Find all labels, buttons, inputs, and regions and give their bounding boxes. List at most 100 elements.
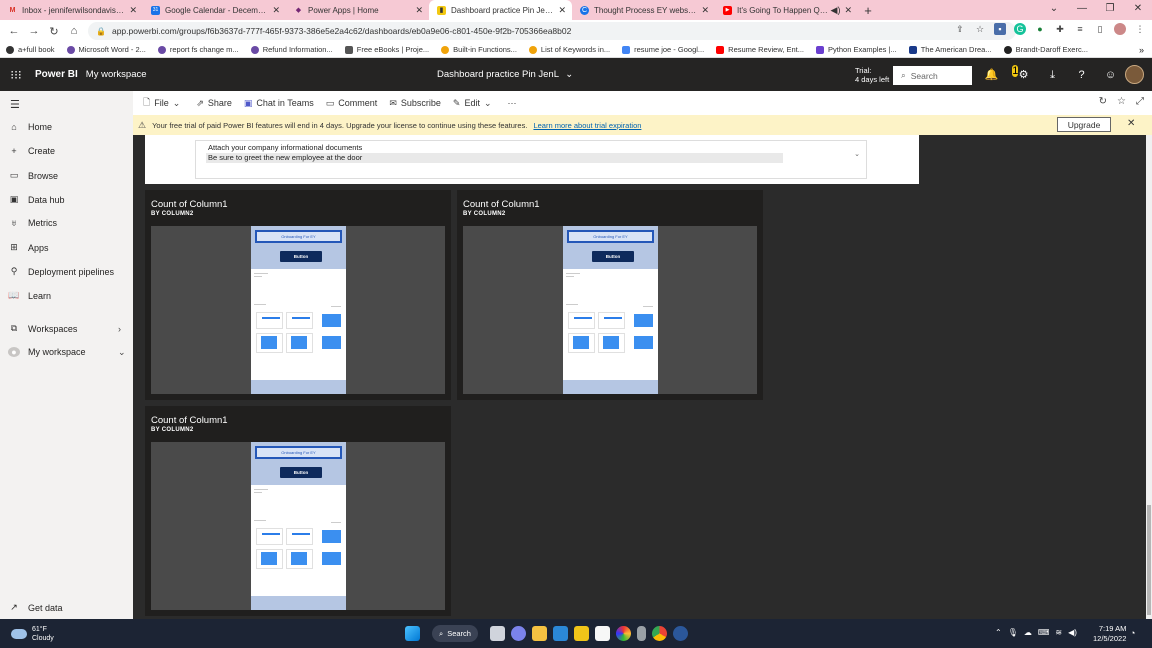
browser-menu-icon[interactable]: ⋮	[1134, 23, 1146, 35]
dashboard-tile[interactable]: Count of Column1 BY COLUMN2 Onboarding F…	[457, 190, 763, 400]
reload-icon[interactable]: ↻	[44, 25, 64, 38]
chrome-icon[interactable]	[652, 626, 667, 641]
bookmark-item[interactable]: Python Examples |...	[816, 45, 897, 54]
more-options-button[interactable]: ···	[508, 98, 517, 108]
dashboard-tile[interactable]: Count of Column1 BY COLUMN2 Onboarding F…	[145, 190, 451, 400]
tab-search-icon[interactable]: ⌄	[1040, 0, 1068, 20]
text-tile[interactable]: Attach your company informational docume…	[145, 135, 919, 184]
nav-item-data-hub[interactable]: ▣ Data hub	[8, 194, 65, 205]
avatar[interactable]	[1125, 65, 1144, 84]
upgrade-button[interactable]: Upgrade	[1057, 117, 1111, 132]
refresh-icon[interactable]: ↻	[1099, 96, 1107, 107]
nav-item-browse[interactable]: ▭ Browse	[8, 170, 58, 181]
get-data-button[interactable]: ↗ Get data	[8, 602, 62, 613]
subscribe-button[interactable]: ✉ Subscribe	[389, 98, 441, 109]
weather-widget[interactable]: 61°F Cloudy	[11, 625, 54, 643]
trial-expiration-link[interactable]: Learn more about trial expiration	[533, 121, 641, 130]
notification-center-icon[interactable]: ◔	[1130, 628, 1135, 638]
close-tab-icon[interactable]: ✕	[558, 5, 566, 16]
settings-gear-icon[interactable]: ⚙	[1009, 66, 1038, 84]
home-icon[interactable]: ⌂	[64, 25, 84, 37]
grammarly-icon[interactable]: G	[1014, 23, 1026, 35]
bookmark-item[interactable]: report fs change m...	[157, 45, 239, 54]
windows-start-icon[interactable]	[405, 626, 420, 641]
edit-menu[interactable]: ✎ Edit ⌄	[453, 98, 496, 109]
bookmark-item[interactable]: Microsoft Word - 2...	[66, 45, 146, 54]
nav-item-home[interactable]: ⌂ Home	[8, 122, 52, 132]
nav-item-create[interactable]: + Create	[8, 146, 55, 156]
profile-icon[interactable]	[1114, 23, 1126, 35]
office-icon[interactable]	[574, 626, 589, 641]
bookmark-star-icon[interactable]: ☆	[974, 23, 986, 35]
nav-item-apps[interactable]: ⊞ Apps	[8, 242, 48, 253]
photos-icon[interactable]	[616, 626, 631, 641]
close-window-icon[interactable]: ✕	[1124, 0, 1152, 20]
side-panel-icon[interactable]: ▯	[1094, 23, 1106, 35]
new-tab-button[interactable]: +	[858, 3, 878, 18]
nav-item-workspaces[interactable]: ⧉ Workspaces ›	[8, 323, 133, 334]
browser-tab-gmail[interactable]: M Inbox - jenniferwilsondavis@gm... ✕	[0, 0, 143, 20]
keyboard-icon[interactable]: ⌨	[1038, 628, 1050, 637]
taskbar-clock[interactable]: 7:19 AM 12/5/2022	[1093, 624, 1126, 644]
browser-tab-thought-process[interactable]: C Thought Process EY website - Wi... ✕	[572, 0, 715, 20]
minimize-icon[interactable]: —	[1068, 0, 1096, 20]
bookmark-item[interactable]: List of Keywords in...	[528, 45, 610, 54]
browser-tab-youtube[interactable]: ▶ It's Going To Happen Quickl... ◀) ✕	[715, 0, 858, 20]
close-icon[interactable]: ✕	[1127, 118, 1135, 129]
bookmark-item[interactable]: Brandt-Daroff Exerc...	[1003, 45, 1088, 54]
mic-off-icon[interactable]: 🎙	[1008, 628, 1018, 637]
browser-tab-powerbi[interactable]: ▮ Dashboard practice Pin JenL - Po... ✕	[429, 0, 572, 20]
forward-icon[interactable]: →	[24, 25, 44, 37]
nav-item-learn[interactable]: 📖 Learn	[8, 290, 51, 301]
share-button[interactable]: ⇗ Share	[196, 98, 232, 109]
browser-tab-powerapps[interactable]: ◆ Power Apps | Home ✕	[286, 0, 429, 20]
url-field[interactable]: 🔒 app.powerbi.com/groups/f6b3637d-777f-4…	[88, 22, 1016, 40]
documents-icon[interactable]	[595, 626, 610, 641]
fullscreen-icon[interactable]: ⤢	[1136, 96, 1144, 107]
restore-icon[interactable]: ❐	[1096, 0, 1124, 20]
download-icon[interactable]: ⤓	[1038, 66, 1067, 84]
nav-item-my-workspace[interactable]: ● My workspace ⌄	[8, 347, 133, 357]
close-tab-icon[interactable]: ✕	[415, 5, 423, 16]
scroll-down-icon[interactable]: ⌄	[854, 150, 860, 158]
wifi-icon[interactable]: ≋	[1055, 628, 1062, 637]
close-tab-icon[interactable]: ✕	[701, 5, 709, 16]
comment-button[interactable]: ▭ Comment	[326, 98, 378, 109]
back-icon[interactable]: ←	[4, 25, 24, 37]
tray-chevron-up-icon[interactable]: ⌃	[995, 628, 1002, 637]
share-page-icon[interactable]: ⇪	[954, 23, 966, 35]
app-launcher-icon[interactable]: ⁝⁝⁝	[2, 68, 30, 82]
powerbi-brand[interactable]: Power BI	[35, 69, 78, 80]
close-tab-icon[interactable]: ✕	[844, 5, 852, 16]
puzzle-icon[interactable]: ✚	[1054, 23, 1066, 35]
extension-green-icon[interactable]: ●	[1034, 23, 1046, 35]
hamburger-menu-icon[interactable]: ☰	[10, 98, 20, 111]
close-tab-icon[interactable]: ✕	[272, 5, 280, 16]
bookmark-item[interactable]: Resume Review, Ent...	[716, 45, 804, 54]
bookmark-item[interactable]: Free eBooks | Proje...	[344, 45, 429, 54]
cloud-sync-icon[interactable]: ☁	[1024, 628, 1032, 637]
scrollbar-thumb[interactable]	[1147, 505, 1151, 615]
dashboard-tile[interactable]: Count of Column1 BY COLUMN2 Onboarding F…	[145, 406, 451, 616]
help-icon[interactable]: ?	[1067, 66, 1096, 84]
dashboard-title[interactable]: Dashboard practice Pin JenL ⌄	[437, 69, 573, 80]
search-input[interactable]: ⌕ Search	[893, 66, 972, 85]
speaker-icon[interactable]: ◀)	[831, 5, 841, 16]
bookmarks-overflow-icon[interactable]: »	[1139, 45, 1144, 55]
bookmark-item[interactable]: Built-in Functions...	[441, 45, 517, 54]
nav-item-deployment-pipelines[interactable]: ⚲ Deployment pipelines	[8, 266, 114, 277]
volume-icon[interactable]: ◀)	[1068, 628, 1077, 637]
bookmark-item[interactable]: resume joe - Googl...	[622, 45, 704, 54]
file-menu[interactable]: 🗋 File ⌄	[143, 95, 184, 111]
file-explorer-icon[interactable]	[532, 626, 547, 641]
store-icon[interactable]	[553, 626, 568, 641]
favorite-star-icon[interactable]: ☆	[1117, 96, 1126, 107]
taskbar-search[interactable]: ⌕ Search	[432, 625, 478, 642]
extension-icon[interactable]: ▪	[994, 23, 1006, 35]
bookmark-item[interactable]: The American Drea...	[908, 45, 992, 54]
chat-in-teams-button[interactable]: ▣ Chat in Teams	[244, 98, 314, 109]
word-icon[interactable]	[673, 626, 688, 641]
teams-chat-icon[interactable]	[511, 626, 526, 641]
microphone-icon[interactable]	[637, 626, 646, 641]
header-workspace-link[interactable]: My workspace	[86, 69, 147, 80]
